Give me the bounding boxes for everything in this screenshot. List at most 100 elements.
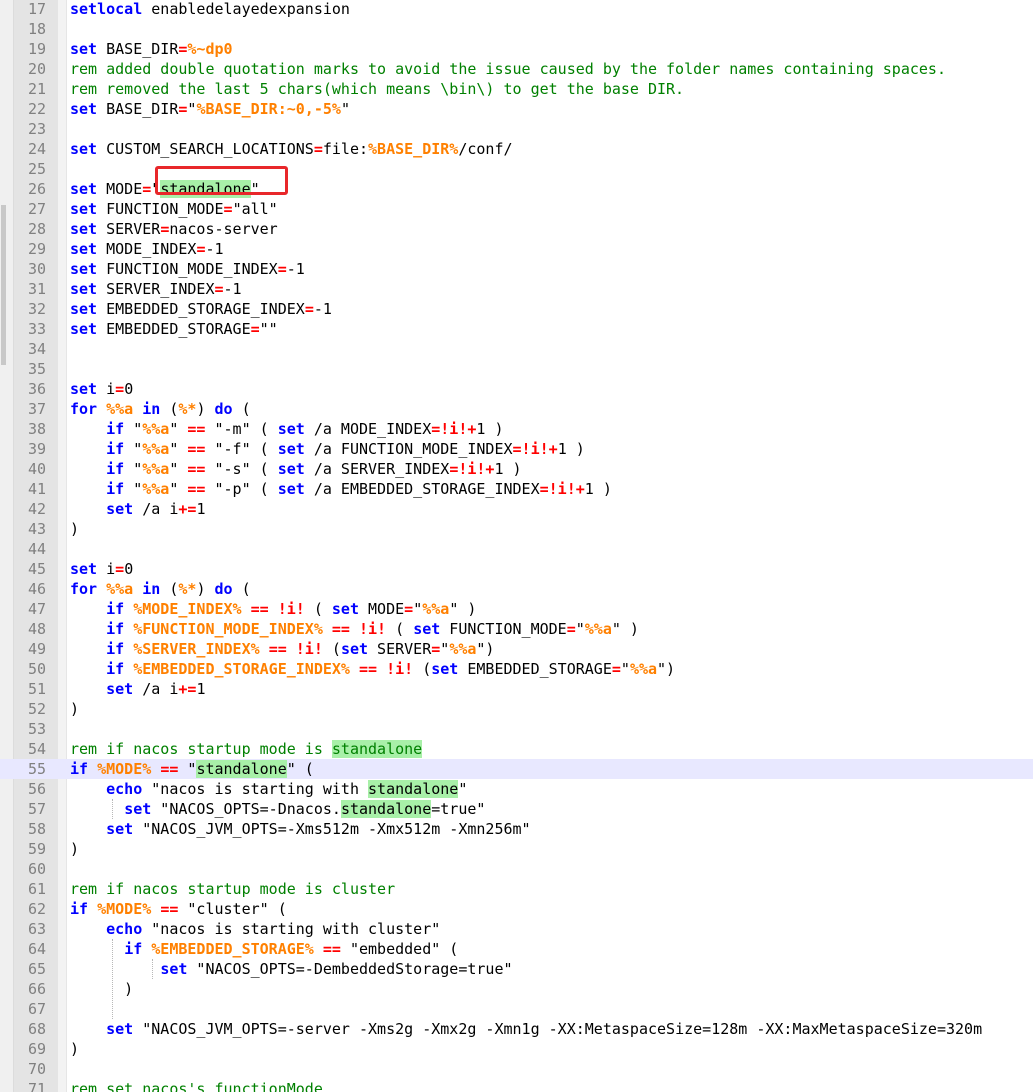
code-line[interactable]: 62 if %MODE% == "cluster" ( bbox=[0, 899, 1033, 919]
code-line[interactable]: 68 set "NACOS_JVM_OPTS=-server -Xms2g -X… bbox=[0, 1019, 1033, 1039]
code-token: "nacos is starting with cluster" bbox=[142, 920, 441, 938]
code-line[interactable]: 32 set EMBEDDED_STORAGE_INDEX=-1 bbox=[0, 299, 1033, 319]
code-line[interactable]: 69) bbox=[0, 1039, 1033, 1059]
code-line[interactable]: 27 set FUNCTION_MODE="all" bbox=[0, 199, 1033, 219]
code-line[interactable]: 49 if %SERVER_INDEX% == !i! (set SERVER=… bbox=[0, 639, 1033, 659]
line-number: 51 bbox=[27, 680, 46, 698]
code-line[interactable]: 23 bbox=[0, 119, 1033, 139]
code-text: if %EMBEDDED_STORAGE_INDEX% == !i! (set … bbox=[70, 659, 675, 679]
code-line[interactable]: 60 bbox=[0, 859, 1033, 879]
code-line[interactable]: 40 if "%%a" == "-s" ( set /a SERVER_INDE… bbox=[0, 459, 1033, 479]
code-line[interactable]: 67 bbox=[0, 999, 1033, 1019]
code-line[interactable]: 71 rem set nacos's functionMode bbox=[0, 1079, 1033, 1092]
code-line[interactable]: 30 set FUNCTION_MODE_INDEX=-1 bbox=[0, 259, 1033, 279]
line-number: 48 bbox=[27, 620, 46, 638]
code-token: /a i bbox=[133, 500, 179, 518]
code-token: =!i!+ bbox=[431, 420, 477, 438]
code-token: rem if nacos startup mode is cluster bbox=[70, 880, 396, 898]
code-line[interactable]: 19 set BASE_DIR=%~dp0 bbox=[0, 39, 1033, 59]
code-lines: 17 setlocal enabledelayedexpansion 18 19 set… bbox=[0, 0, 1033, 1092]
line-number: 31 bbox=[27, 280, 46, 298]
code-text: if "%%a" == "-s" ( set /a SERVER_INDEX=!… bbox=[70, 459, 521, 479]
code-line[interactable]: 70 bbox=[0, 1059, 1033, 1079]
code-line[interactable]: 66 ) bbox=[0, 979, 1033, 999]
code-line[interactable]: 64 if %EMBEDDED_STORAGE% == "embedded" ( bbox=[0, 939, 1033, 959]
code-line[interactable]: 43) bbox=[0, 519, 1033, 539]
code-line[interactable]: 35 bbox=[0, 359, 1033, 379]
code-token: rem added double quotation marks to avoi… bbox=[70, 60, 946, 78]
code-token: if bbox=[106, 620, 125, 638]
code-line[interactable]: 50 if %EMBEDDED_STORAGE_INDEX% == !i! (s… bbox=[0, 659, 1033, 679]
code-line[interactable]: 51 set /a i+=1 bbox=[0, 679, 1033, 699]
code-token: set bbox=[70, 560, 98, 578]
code-line[interactable]: 41 if "%%a" == "-p" ( set /a EMBEDDED_ST… bbox=[0, 479, 1033, 499]
line-number: 20 bbox=[27, 60, 46, 78]
code-line[interactable]: 52) bbox=[0, 699, 1033, 719]
code-token: = bbox=[250, 320, 260, 338]
code-line[interactable]: 21 rem removed the last 5 chars(which mea… bbox=[0, 79, 1033, 99]
line-number: 36 bbox=[27, 380, 46, 398]
code-line[interactable]: 65 set "NACOS_OPTS=-DembeddedStorage=tru… bbox=[0, 959, 1033, 979]
code-line[interactable]: 46 for %%a in (%*) do ( bbox=[0, 579, 1033, 599]
code-token: set bbox=[277, 460, 305, 478]
code-editor[interactable]: 17 setlocal enabledelayedexpansion 18 19 set… bbox=[0, 0, 1033, 1092]
code-token: rem if nacos startup mode is bbox=[70, 740, 332, 758]
code-line[interactable]: 18 bbox=[0, 19, 1033, 39]
code-token: set bbox=[413, 620, 441, 638]
code-token: set bbox=[70, 200, 98, 218]
code-text: if %MODE_INDEX% == !i! ( set MODE="%%a" … bbox=[70, 599, 476, 619]
code-line[interactable]: 29 set MODE_INDEX=-1 bbox=[0, 239, 1033, 259]
code-line[interactable]: 56 echo "nacos is starting with standalo… bbox=[0, 779, 1033, 799]
code-line[interactable]: 53 bbox=[0, 719, 1033, 739]
code-token: EMBEDDED_STORAGE bbox=[458, 660, 612, 678]
code-line[interactable]: 55 if %MODE% == "standalone" ( bbox=[0, 759, 1033, 779]
code-text: set SERVER_INDEX=-1 bbox=[70, 279, 242, 299]
code-token: "-m" ( bbox=[205, 420, 278, 438]
code-token: 0 bbox=[124, 560, 134, 578]
code-token: for bbox=[70, 580, 98, 598]
code-line[interactable]: 63 echo "nacos is starting with cluster" bbox=[0, 919, 1033, 939]
code-line[interactable]: 37 for %%a in (%*) do ( bbox=[0, 399, 1033, 419]
line-number: 34 bbox=[27, 340, 46, 358]
code-line[interactable]: 39 if "%%a" == "-f" ( set /a FUNCTION_MO… bbox=[0, 439, 1033, 459]
code-line[interactable]: 31 set SERVER_INDEX=-1 bbox=[0, 279, 1033, 299]
code-line[interactable]: 38 if "%%a" == "-m" ( set /a MODE_INDEX=… bbox=[0, 419, 1033, 439]
code-token: == bbox=[160, 900, 179, 918]
code-token: "cluster" ( bbox=[178, 900, 287, 918]
code-line[interactable]: 58 set "NACOS_JVM_OPTS=-Xms512m -Xmx512m… bbox=[0, 819, 1033, 839]
code-text: rem added double quotation marks to avoi… bbox=[70, 59, 946, 79]
code-token: ( bbox=[160, 400, 179, 418]
code-line[interactable]: 61 rem if nacos startup mode is cluster bbox=[0, 879, 1033, 899]
code-line[interactable]: 28 set SERVER=nacos-server bbox=[0, 219, 1033, 239]
code-token: %FUNCTION_MODE_INDEX% bbox=[133, 620, 323, 638]
code-line[interactable]: 24 set CUSTOM_SEARCH_LOCATIONS=file:%BASE… bbox=[0, 139, 1033, 159]
code-line[interactable]: 57 set "NACOS_OPTS=-Dnacos.standalone=tr… bbox=[0, 799, 1033, 819]
line-number: 33 bbox=[27, 320, 46, 338]
code-token: file: bbox=[322, 140, 369, 158]
line-number: 30 bbox=[27, 260, 46, 278]
code-line[interactable]: 48 if %FUNCTION_MODE_INDEX% == !i! ( set… bbox=[0, 619, 1033, 639]
code-line[interactable]: 59) bbox=[0, 839, 1033, 859]
code-line[interactable]: 47 if %MODE_INDEX% == !i! ( set MODE="%%… bbox=[0, 599, 1033, 619]
code-token: set bbox=[70, 280, 98, 298]
code-token: /a i bbox=[133, 680, 179, 698]
code-line[interactable]: 17 setlocal enabledelayedexpansion bbox=[0, 0, 1033, 19]
code-line[interactable]: 45 set i=0 bbox=[0, 559, 1033, 579]
code-line[interactable]: 44 bbox=[0, 539, 1033, 559]
line-number: 25 bbox=[27, 160, 46, 178]
code-line[interactable]: 22 set BASE_DIR="%BASE_DIR:~0,-5%" bbox=[0, 99, 1033, 119]
code-line[interactable]: 33 set EMBEDDED_STORAGE="" bbox=[0, 319, 1033, 339]
code-line[interactable]: 42 set /a i+=1 bbox=[0, 499, 1033, 519]
code-line[interactable]: 34 bbox=[0, 339, 1033, 359]
code-token: /a MODE_INDEX bbox=[304, 420, 432, 438]
code-text: rem if nacos startup mode is cluster bbox=[70, 879, 395, 899]
code-line[interactable]: 36 set i=0 bbox=[0, 379, 1033, 399]
code-line[interactable]: 20 rem added double quotation marks to av… bbox=[0, 59, 1033, 79]
code-line[interactable]: 54 rem if nacos startup mode is standalon… bbox=[0, 739, 1033, 759]
